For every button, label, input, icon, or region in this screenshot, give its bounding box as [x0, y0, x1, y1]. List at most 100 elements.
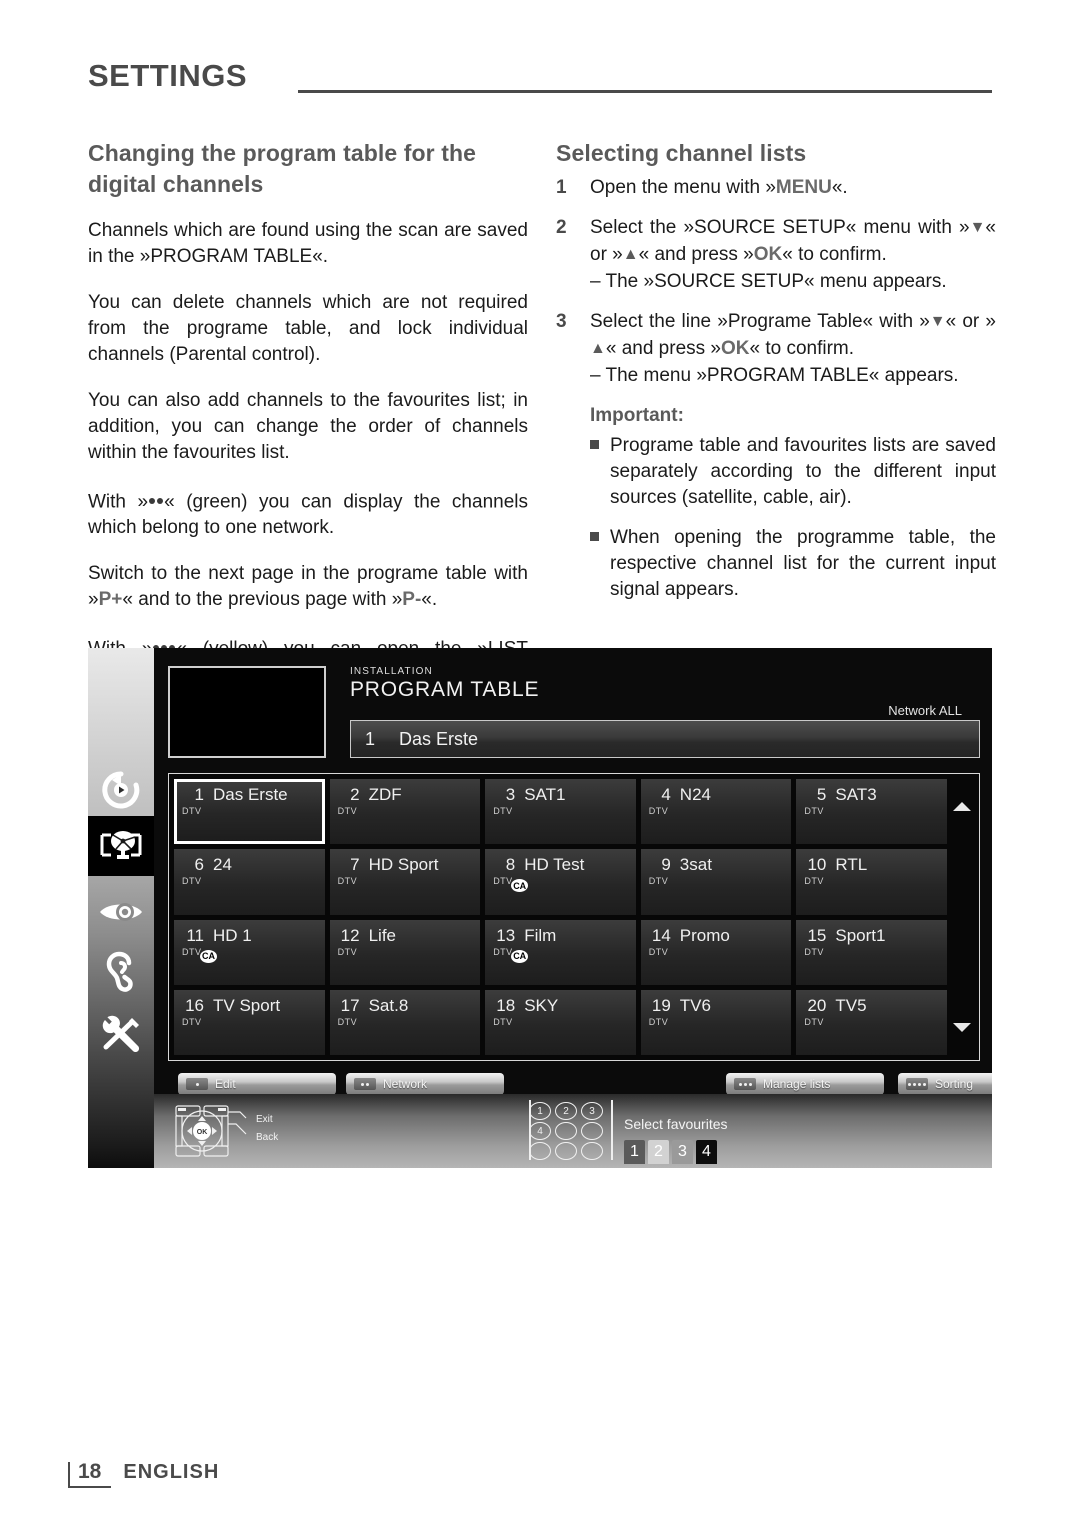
channel-cell[interactable]: 7 HD Sport DTV	[329, 849, 481, 915]
channel-name: SKY	[524, 995, 559, 1015]
preview-window	[168, 666, 326, 758]
channel-cell[interactable]: 18 SKY DTV	[485, 989, 636, 1055]
channel-type-tag: DTV	[648, 946, 669, 957]
step-number: 1	[556, 177, 567, 198]
channel-cell[interactable]: 17 Sat.8 DTV	[329, 989, 481, 1055]
sound-ear-icon[interactable]	[88, 942, 154, 1002]
favourite-list-button[interactable]: 2	[648, 1140, 669, 1164]
favourite-list-button[interactable]: 3	[672, 1140, 693, 1164]
channel-cell[interactable]: 3 SAT1 DTV	[485, 779, 636, 845]
direction-arrow-icon: ▲	[622, 246, 639, 263]
channel-cell[interactable]: 10 RTL DTV	[796, 849, 947, 915]
channel-name: TV5	[835, 995, 867, 1015]
page-header: SETTINGS	[88, 56, 992, 102]
keypad-row: 4	[529, 1122, 605, 1140]
channel-number: 2	[350, 785, 360, 804]
ca-encrypted-icon: CA	[511, 879, 529, 893]
left-paragraphs: Channels which are found using the scan …	[88, 218, 528, 689]
channel-cell[interactable]: 11 HD 1 DTV CA	[174, 919, 325, 985]
channel-cell[interactable]: 20 TV5 DTV	[796, 989, 947, 1055]
channel-cell[interactable]: 12 Life DTV	[329, 919, 481, 985]
channel-number: 13	[496, 925, 516, 945]
tv-sidebar	[88, 648, 154, 1168]
channel-number: 3	[505, 785, 516, 804]
channel-number: 6	[194, 855, 204, 875]
bullet-text: Programe table and favourites lists are …	[610, 435, 996, 508]
settings-tools-icon[interactable]	[88, 1004, 154, 1064]
favourite-list-button[interactable]: 4	[696, 1140, 717, 1164]
channel-name: Life	[368, 925, 397, 945]
keypad-key	[555, 1122, 577, 1140]
channel-cell[interactable]: 15 Sport1 DTV	[796, 919, 947, 985]
body-paragraph: Channels which are found using the scan …	[88, 220, 528, 267]
step-item: 3 Select the line »Programe Table« with »…	[556, 309, 996, 389]
page-number: 18	[78, 1460, 102, 1483]
channel-line: 12 Life	[338, 926, 473, 946]
channel-type-tag: DTV	[493, 1016, 513, 1027]
channel-line: 20 TV5	[804, 996, 939, 1016]
channel-cell[interactable]: 19 TV6 DTV	[640, 989, 792, 1055]
channel-name: SAT3	[835, 785, 877, 804]
channel-cell[interactable]: 8 HD Test DTV CA	[485, 849, 636, 915]
current-channel-bar[interactable]: 1 Das Erste	[350, 720, 980, 758]
channel-type-tag: DTV	[804, 946, 824, 957]
keypad-row	[529, 1142, 605, 1160]
channel-line: 16 TV Sport	[182, 996, 317, 1016]
channel-cell[interactable]: 14 Promo DTV	[640, 919, 792, 985]
channel-name: HD 1	[213, 925, 252, 945]
channel-cell[interactable]: 16 TV Sport DTV	[174, 989, 325, 1055]
channel-line: 14 Promo	[649, 926, 784, 946]
channel-cell[interactable]: 2 ZDF DTV	[329, 779, 481, 845]
body-paragraph: With » « (green) you can display the chan…	[88, 486, 528, 541]
page-number-box: 18	[68, 1460, 112, 1488]
left-section-heading: Changing the program table for the digit…	[88, 140, 477, 197]
channel-line: 15 Sport1	[804, 926, 939, 946]
toolbar-button-network[interactable]: Network	[346, 1073, 504, 1095]
channel-cell[interactable]: 9 3sat DTV	[640, 849, 792, 915]
bullet-square-icon	[590, 525, 610, 603]
keypad-right-rule	[611, 1100, 613, 1160]
keypad-key	[555, 1142, 577, 1160]
channel-line: 6 24	[182, 855, 317, 875]
step-text: Open the menu with »MENU«.	[590, 177, 848, 198]
favourite-list-buttons: 1234	[624, 1140, 717, 1164]
picture-eye-icon[interactable]	[88, 882, 154, 942]
step-substep: – The menu »PROGRAM TABLE« appears.	[590, 365, 959, 386]
channel-cell[interactable]: 13 Film DTV CA	[485, 919, 636, 985]
channel-type-tag: DTV	[804, 876, 824, 887]
channel-type-tag: DTV	[182, 1016, 202, 1027]
channel-number: 8	[505, 855, 516, 875]
color-key-icon	[354, 1078, 376, 1090]
channel-number: 11	[186, 925, 204, 945]
channel-number: 12	[340, 925, 360, 945]
keypad-key	[581, 1122, 603, 1140]
channel-number: 19	[651, 995, 671, 1015]
channel-cell[interactable]: 6 24 DTV	[174, 849, 325, 915]
network-indicator: Network ALL	[888, 703, 962, 718]
channel-cell[interactable]: 4 N24 DTV	[640, 779, 792, 845]
page-language: ENGLISH	[123, 1461, 220, 1483]
channel-line: 19 TV6	[649, 996, 784, 1016]
step-substep: – The »SOURCE SETUP« menu appears.	[590, 271, 947, 292]
key-label: P-	[402, 589, 422, 611]
right-section-heading: Selecting channel lists	[556, 140, 807, 166]
installation-antenna-icon[interactable]	[88, 816, 154, 876]
toolbar-button-sorting[interactable]: Sorting	[898, 1073, 992, 1095]
channel-grid: 1 Das Erste DTV 2 ZDF DTV 3 SAT1 DTV 4 N24 DTV 5 SAT3…	[174, 779, 947, 1055]
favourite-list-button[interactable]: 1	[624, 1140, 645, 1164]
tv-body: INSTALLATION PROGRAM TABLE Network ALL 1…	[154, 648, 992, 1168]
favourites-hint: 1234 Select favourites 1234	[529, 1100, 789, 1164]
scroll-down-arrow-icon[interactable]	[953, 1023, 971, 1032]
key-label: P+	[98, 589, 123, 611]
numbered-steps: 1 Open the menu with »MENU«. 2 Select the »…	[556, 175, 996, 389]
scroll-up-arrow-icon[interactable]	[953, 802, 971, 811]
step-number: 2	[556, 217, 567, 238]
channel-cell[interactable]: 1 Das Erste DTV	[174, 779, 325, 845]
toolbar-button-edit[interactable]: Edit	[178, 1073, 336, 1095]
channel-type-tag: DTV	[337, 946, 358, 957]
media-play-icon[interactable]	[88, 760, 154, 820]
toolbar-button-manage-lists[interactable]: Manage lists	[726, 1073, 884, 1095]
ca-encrypted-icon: CA	[200, 949, 217, 963]
channel-cell[interactable]: 5 SAT3 DTV	[796, 779, 947, 845]
current-channel-name: Das Erste	[399, 728, 479, 749]
